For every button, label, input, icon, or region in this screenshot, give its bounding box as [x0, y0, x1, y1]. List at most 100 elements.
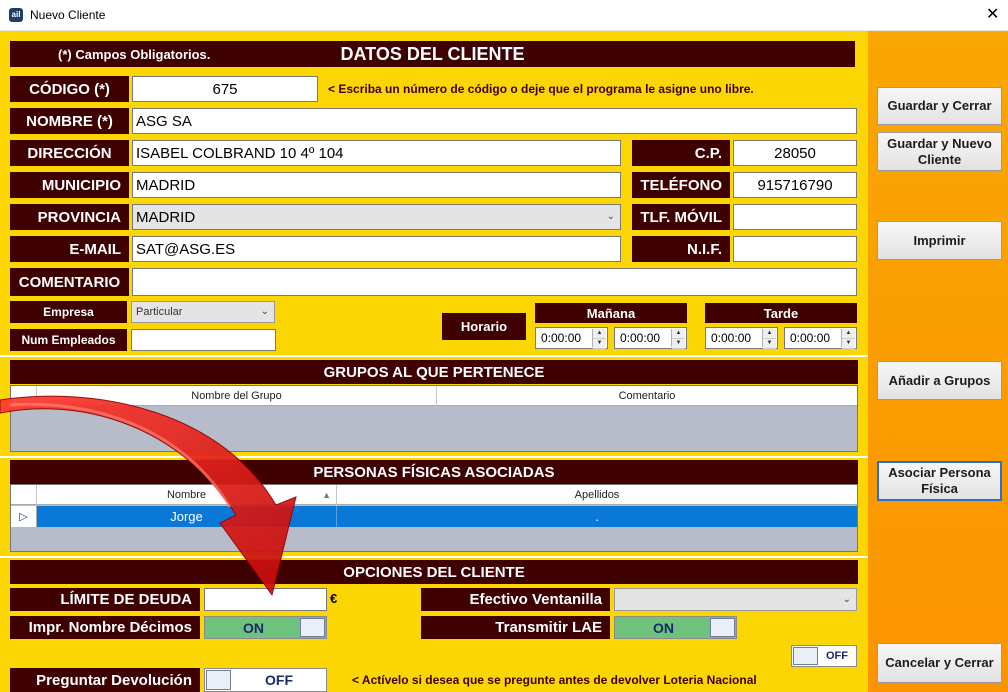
nombre-label: NOMBRE (*) — [10, 108, 129, 134]
municipio-input[interactable]: MADRID — [132, 172, 621, 198]
chevron-down-icon: ⌄ — [842, 593, 851, 605]
manana-from-value: 0:00:00 — [541, 331, 582, 345]
provincia-label: PROVINCIA — [10, 204, 129, 230]
tarde-from-value: 0:00:00 — [711, 331, 752, 345]
spin-up-icon[interactable]: ▲ — [842, 329, 855, 339]
limite-deuda-label: LÍMITE DE DEUDA — [10, 588, 200, 611]
extra-option-toggle[interactable]: OFF — [791, 645, 857, 667]
personas-col-apellidos[interactable]: Apellidos — [337, 485, 857, 505]
email-label: E-MAIL — [10, 236, 129, 262]
manana-to-time[interactable]: 0:00:00 ▲ ▼ — [614, 327, 687, 349]
toggle-state: OFF — [265, 672, 293, 688]
table-row[interactable]: ▷ Jorge . — [11, 506, 857, 527]
personas-table-header: Nombre ▲ Apellidos — [11, 485, 857, 505]
cp-input[interactable]: 28050 — [733, 140, 857, 166]
personas-col-nombre[interactable]: Nombre ▲ — [37, 485, 337, 505]
row-nombre-cell[interactable]: Jorge — [37, 506, 337, 527]
guardar-nuevo-button[interactable]: Guardar y Nuevo Cliente — [877, 132, 1002, 171]
limite-deuda-input[interactable] — [204, 588, 327, 611]
spin-buttons[interactable]: ▲ ▼ — [592, 329, 606, 349]
preguntar-devolucion-toggle[interactable]: OFF — [204, 668, 327, 692]
transmitir-lae-toggle[interactable]: ON — [614, 616, 737, 639]
asociar-persona-button[interactable]: Asociar Persona Física — [877, 461, 1002, 501]
cancelar-cerrar-button[interactable]: Cancelar y Cerrar — [877, 643, 1002, 683]
toggle-state: ON — [653, 619, 674, 636]
codigo-input[interactable]: 675 — [132, 76, 318, 102]
movil-input[interactable] — [733, 204, 857, 230]
manana-label: Mañana — [535, 303, 687, 323]
empresa-label: Empresa — [10, 301, 127, 323]
comentario-input[interactable] — [132, 268, 857, 296]
nif-label: N.I.F. — [632, 236, 730, 262]
email-input[interactable]: SAT@ASG.ES — [132, 236, 621, 262]
nombre-input[interactable]: ASG SA — [132, 108, 857, 134]
codigo-label: CÓDIGO (*) — [10, 76, 129, 102]
spin-up-icon[interactable]: ▲ — [672, 329, 685, 339]
toggle-knob[interactable] — [710, 618, 735, 637]
section-divider — [0, 355, 868, 357]
telefono-label: TELÉFONO — [632, 172, 730, 198]
provincia-select[interactable]: MADRID ⌄ — [132, 204, 621, 230]
empresa-select[interactable]: Particular ⌄ — [131, 301, 275, 323]
title-bar: ail Nuevo Cliente ✕ — [0, 0, 1008, 31]
nif-input[interactable] — [733, 236, 857, 262]
municipio-label: MUNICIPIO — [10, 172, 129, 198]
tarde-label: Tarde — [705, 303, 857, 323]
row-header-cell — [11, 485, 37, 505]
empresa-value: Particular — [136, 306, 183, 318]
impr-nombre-decimos-toggle[interactable]: ON — [204, 616, 327, 639]
sort-asc-icon: ▲ — [322, 490, 331, 500]
grupos-col-comentario[interactable]: Comentario — [437, 386, 857, 406]
spin-up-icon[interactable]: ▲ — [593, 329, 606, 339]
spin-down-icon[interactable]: ▼ — [763, 339, 776, 349]
tarde-to-value: 0:00:00 — [790, 331, 831, 345]
toggle-knob[interactable] — [206, 670, 231, 690]
personas-table[interactable]: Nombre ▲ Apellidos ▷ Jorge . — [10, 484, 858, 552]
direccion-label: DIRECCIÓN — [10, 140, 129, 166]
spin-up-icon[interactable]: ▲ — [763, 329, 776, 339]
row-selected-icon: ▷ — [11, 506, 37, 527]
transmitir-lae-label: Transmitir LAE — [421, 616, 610, 639]
guardar-cerrar-button[interactable]: Guardar y Cerrar — [877, 87, 1002, 125]
direccion-input[interactable]: ISABEL COLBRAND 10 4º 104 — [132, 140, 621, 166]
row-apellidos-cell[interactable]: . — [337, 506, 857, 527]
movil-label: TLF. MÓVIL — [632, 204, 730, 230]
tarde-to-time[interactable]: 0:00:00 ▲ ▼ — [784, 327, 857, 349]
num-empleados-input[interactable] — [131, 329, 276, 351]
section-divider — [0, 456, 868, 458]
opciones-header: OPCIONES DEL CLIENTE — [10, 560, 858, 584]
tarde-from-time[interactable]: 0:00:00 ▲ ▼ — [705, 327, 778, 349]
grupos-col-nombre[interactable]: Nombre del Grupo — [37, 386, 437, 406]
anadir-grupos-button[interactable]: Añadir a Grupos — [877, 361, 1002, 400]
section-divider — [0, 556, 868, 558]
efectivo-ventanilla-select[interactable]: ⌄ — [614, 588, 857, 611]
spin-down-icon[interactable]: ▼ — [593, 339, 606, 349]
efectivo-ventanilla-label: Efectivo Ventanilla — [421, 588, 610, 611]
grupos-table-header: Nombre del Grupo Comentario — [11, 386, 857, 406]
personas-col-nombre-label: Nombre — [166, 489, 207, 501]
page-title: DATOS DEL CLIENTE — [340, 43, 525, 64]
manana-from-time[interactable]: 0:00:00 ▲ ▼ — [535, 327, 608, 349]
personas-header: PERSONAS FÍSICAS ASOCIADAS — [10, 460, 858, 484]
provincia-value: MADRID — [136, 208, 196, 226]
currency-symbol: € — [330, 591, 338, 606]
chevron-down-icon: ⌄ — [606, 210, 615, 222]
grupos-header: GRUPOS AL QUE PERTENECE — [10, 360, 858, 384]
preguntar-devolucion-label: Preguntar Devolución — [10, 668, 200, 692]
toggle-knob[interactable] — [300, 618, 325, 637]
spin-buttons[interactable]: ▲ ▼ — [841, 329, 855, 349]
telefono-input[interactable]: 915716790 — [733, 172, 857, 198]
close-icon[interactable]: ✕ — [986, 5, 999, 25]
spin-buttons[interactable]: ▲ ▼ — [762, 329, 776, 349]
grupos-table[interactable]: Nombre del Grupo Comentario — [10, 385, 858, 452]
row-header-cell — [11, 386, 37, 406]
toggle-state: OFF — [826, 650, 848, 662]
codigo-hint: < Escriba un número de código o deje que… — [328, 82, 754, 96]
spin-buttons[interactable]: ▲ ▼ — [671, 329, 685, 349]
spin-down-icon[interactable]: ▼ — [672, 339, 685, 349]
num-empleados-label: Num Empleados — [10, 329, 127, 351]
impr-nombre-decimos-label: Impr. Nombre Décimos — [10, 616, 200, 639]
imprimir-button[interactable]: Imprimir — [877, 221, 1002, 260]
spin-down-icon[interactable]: ▼ — [842, 339, 855, 349]
toggle-knob[interactable] — [793, 647, 818, 665]
